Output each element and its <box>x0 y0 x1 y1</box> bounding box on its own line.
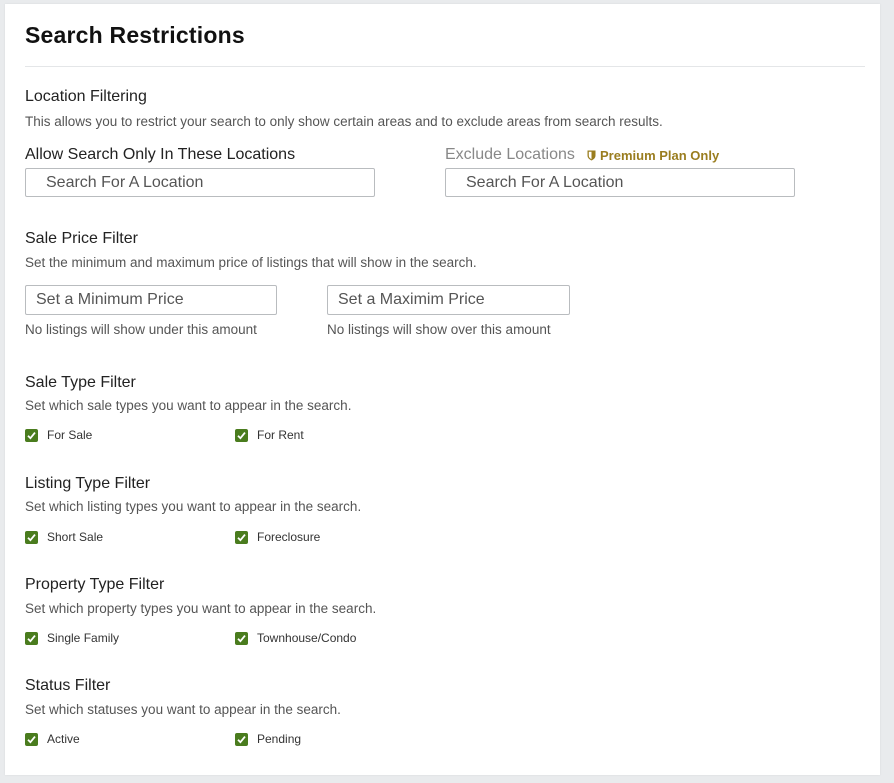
location-filter-title: Location Filtering <box>25 88 147 105</box>
checkbox-active[interactable]: Active <box>25 732 80 746</box>
min-price-hint: No listings will show under this amount <box>25 322 257 337</box>
status-filter-desc: Set which statuses you want to appear in… <box>25 702 341 717</box>
checkbox-foreclosure[interactable]: Foreclosure <box>235 530 320 544</box>
checkbox-checked-icon[interactable] <box>235 530 248 544</box>
allow-locations-input[interactable] <box>25 168 375 197</box>
checkbox-single-family[interactable]: Single Family <box>25 631 119 645</box>
checkbox-label: Pending <box>257 732 302 746</box>
checkbox-checked-icon[interactable] <box>235 732 248 746</box>
checkbox-short-sale[interactable]: Short Sale <box>25 530 103 544</box>
checkbox-checked-icon[interactable] <box>25 530 38 544</box>
premium-plan-label: Premium Plan Only <box>600 148 720 163</box>
listing-type-filter-desc: Set which listing types you want to appe… <box>25 499 362 514</box>
checkbox-for-rent[interactable]: For Rent <box>235 428 304 442</box>
checkbox-label: Townhouse/Condo <box>257 631 357 645</box>
checkbox-label: Single Family <box>47 631 120 645</box>
checkbox-pending[interactable]: Pending <box>235 732 301 746</box>
page-title: Search Restrictions <box>25 22 245 48</box>
max-price-input[interactable] <box>327 285 570 315</box>
checkbox-checked-icon[interactable] <box>235 631 248 645</box>
listing-type-filter-title: Listing Type Filter <box>25 475 151 492</box>
checkbox-for-sale[interactable]: For Sale <box>25 428 92 442</box>
checkbox-townhouse-condo[interactable]: Townhouse/Condo <box>235 631 356 645</box>
sale-price-filter-title: Sale Price Filter <box>25 230 138 247</box>
status-filter-title: Status Filter <box>25 677 111 694</box>
exclude-locations-label: Exclude Locations <box>445 146 575 163</box>
search-restrictions-card: Search Restrictions Location Filtering T… <box>5 4 880 775</box>
property-type-filter-desc: Set which property types you want to app… <box>25 601 377 616</box>
sale-type-filter-desc: Set which sale types you want to appear … <box>25 398 352 413</box>
title-divider <box>25 66 865 67</box>
checkbox-label: Short Sale <box>47 530 104 544</box>
sale-price-filter-desc: Set the minimum and maximum price of lis… <box>25 255 477 270</box>
checkbox-checked-icon[interactable] <box>25 428 38 442</box>
property-type-filter-title: Property Type Filter <box>25 576 165 593</box>
max-price-hint: No listings will show over this amount <box>327 322 551 337</box>
exclude-locations-input[interactable] <box>445 168 795 197</box>
shield-icon <box>587 150 596 161</box>
sale-type-filter-title: Sale Type Filter <box>25 374 136 391</box>
checkbox-label: For Rent <box>257 428 304 442</box>
checkbox-checked-icon[interactable] <box>25 631 38 645</box>
checkbox-checked-icon[interactable] <box>235 428 248 442</box>
checkbox-label: Active <box>47 732 80 746</box>
location-filter-desc: This allows you to restrict your search … <box>25 114 663 129</box>
checkbox-checked-icon[interactable] <box>25 732 38 746</box>
allow-locations-label: Allow Search Only In These Locations <box>25 146 296 163</box>
premium-plan-badge: Premium Plan Only <box>587 148 719 163</box>
checkbox-label: Foreclosure <box>257 530 321 544</box>
checkbox-label: For Sale <box>47 428 93 442</box>
min-price-input[interactable] <box>25 285 277 315</box>
